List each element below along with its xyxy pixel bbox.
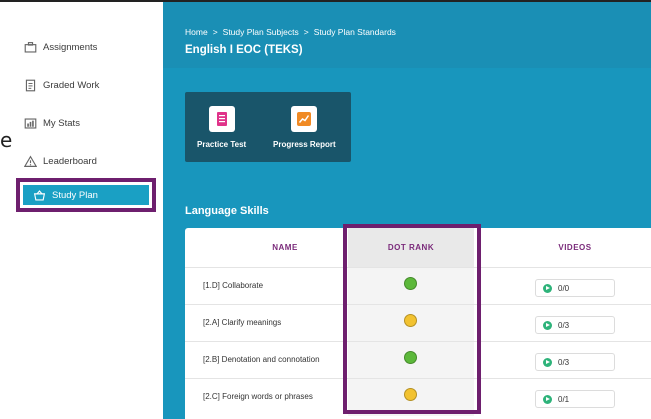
row-name: [2.A] Clarify meanings bbox=[203, 318, 282, 327]
sidebar-item-label: My Stats bbox=[43, 117, 80, 129]
page-header: Home > Study Plan Subjects > Study Plan … bbox=[163, 2, 651, 68]
videos-count: 0/0 bbox=[558, 283, 570, 293]
tools-card: Practice Test Progress Report bbox=[185, 92, 351, 162]
clipboard-icon bbox=[208, 106, 235, 132]
section-title: Language Skills bbox=[185, 205, 269, 217]
document-icon bbox=[24, 79, 37, 92]
basket-icon bbox=[33, 189, 46, 202]
row-name: [1.D] Collaborate bbox=[203, 281, 264, 290]
sidebar-item-label: Assignments bbox=[43, 41, 98, 53]
chart-line-icon bbox=[291, 106, 318, 132]
play-icon bbox=[543, 358, 552, 367]
column-header-name[interactable]: NAME bbox=[225, 243, 345, 252]
videos-count: 0/1 bbox=[558, 394, 570, 404]
videos-button[interactable]: 0/3 bbox=[535, 316, 615, 334]
sidebar-item-assignments[interactable]: Assignments bbox=[24, 36, 97, 58]
sidebar-item-my-stats[interactable]: My Stats bbox=[24, 112, 80, 134]
progress-report-button[interactable]: Progress Report bbox=[273, 106, 336, 149]
sidebar-item-graded-work[interactable]: Graded Work bbox=[24, 74, 99, 96]
play-icon bbox=[543, 321, 552, 330]
videos-button[interactable]: 0/3 bbox=[535, 353, 615, 371]
breadcrumb: Home > Study Plan Subjects > Study Plan … bbox=[185, 27, 396, 37]
videos-button[interactable]: 0/1 bbox=[535, 390, 615, 408]
breadcrumb-separator: > bbox=[212, 27, 218, 37]
videos-button[interactable]: 0/0 bbox=[535, 279, 615, 297]
tool-label: Practice Test bbox=[197, 140, 247, 149]
breadcrumb-home[interactable]: Home bbox=[185, 27, 208, 37]
sidebar-item-label: Leaderboard bbox=[43, 155, 97, 167]
page-title: English I EOC (TEKS) bbox=[185, 44, 303, 56]
highlight-frame-dot-rank bbox=[343, 224, 481, 414]
practice-test-button[interactable]: Practice Test bbox=[197, 106, 246, 149]
sidebar-item-label: Graded Work bbox=[43, 79, 100, 91]
videos-count: 0/3 bbox=[558, 357, 570, 367]
play-icon bbox=[543, 395, 552, 404]
tool-label: Progress Report bbox=[273, 140, 336, 149]
sidebar-item-label: Study Plan bbox=[52, 189, 98, 201]
breadcrumb-separator: > bbox=[303, 27, 309, 37]
briefcase-icon bbox=[24, 41, 37, 54]
row-name: [2.C] Foreign words or phrases bbox=[203, 392, 313, 401]
play-icon bbox=[543, 284, 552, 293]
stray-text-fragment: e bbox=[0, 128, 13, 152]
videos-count: 0/3 bbox=[558, 320, 570, 330]
sidebar-item-leaderboard[interactable]: Leaderboard bbox=[24, 150, 97, 172]
breadcrumb-study-plan-standards[interactable]: Study Plan Standards bbox=[314, 27, 396, 37]
row-name: [2.B] Denotation and connotation bbox=[203, 355, 320, 364]
warning-triangle-icon bbox=[24, 154, 37, 168]
breadcrumb-study-plan-subjects[interactable]: Study Plan Subjects bbox=[223, 27, 299, 37]
sidebar-item-study-plan[interactable]: Study Plan bbox=[23, 185, 149, 205]
stats-icon bbox=[24, 117, 37, 130]
column-header-videos[interactable]: VIDEOS bbox=[515, 243, 635, 252]
highlight-frame-study-plan: Study Plan bbox=[16, 178, 156, 212]
